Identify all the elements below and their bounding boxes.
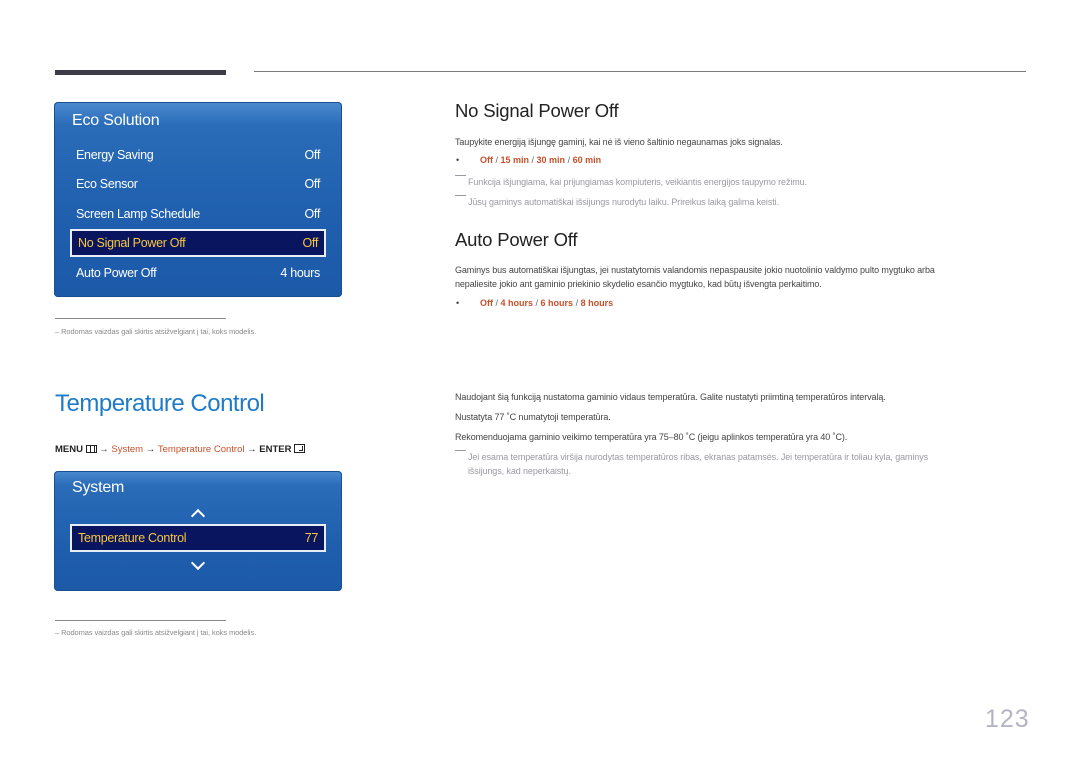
menu-item-energy-saving[interactable]: Energy Saving Off (70, 142, 326, 168)
auto-power-options: • Off / 4 hours / 6 hours / 8 hours (456, 298, 614, 308)
bullet: • (456, 298, 460, 308)
eco-solution-panel: Eco Solution Energy Saving Off Eco Senso… (54, 102, 342, 297)
note-text: Jei esama temperatūra viršija nurodytas … (468, 452, 929, 462)
menu-path: MENU → System → Temperature Control → EN… (55, 444, 306, 455)
menu-path-temperature-control[interactable]: Temperature Control (158, 444, 245, 455)
menu-item-value: 4 hours (280, 266, 320, 280)
no-signal-note-2: Jūsų gaminys automatiškai išsijungs nuro… (455, 195, 779, 209)
footnote-rule (55, 620, 226, 621)
chevron-up-icon[interactable] (190, 508, 206, 524)
option: 30 min (536, 155, 566, 165)
option: 60 min (572, 155, 602, 165)
menu-item-label: No Signal Power Off (78, 236, 186, 250)
section-title: Temperature Control (55, 390, 265, 417)
menu-item-value: 77 (304, 531, 319, 545)
temperature-note: Jei esama temperatūra viršija nurodytas … (455, 450, 928, 464)
footnote-rule (55, 318, 226, 319)
page-number: 123 (985, 705, 1030, 733)
system-title: System (72, 479, 125, 496)
menu-icon (85, 445, 97, 453)
eco-solution-title: Eco Solution (72, 112, 160, 129)
option: Off (480, 155, 493, 165)
menu-item-label: Eco Sensor (76, 177, 138, 191)
enter-label: ENTER (259, 444, 292, 455)
menu-item-label: Screen Lamp Schedule (76, 207, 200, 221)
menu-item-auto-power-off[interactable]: Auto Power Off 4 hours (70, 260, 326, 286)
footnote: – Rodomas vaizdas gali skirtis atsižvelg… (55, 628, 257, 637)
menu-item-value: Off (302, 236, 318, 250)
auto-power-heading: Auto Power Off (455, 229, 578, 250)
temperature-paragraph-3: Rekomenduojama gaminio veikimo temperatū… (455, 432, 848, 442)
arrow: → (247, 444, 257, 455)
menu-item-value: Off (304, 148, 320, 162)
option: Off (480, 298, 493, 308)
note-text: Funkcija išjungiama, kai prijungiamas ko… (468, 177, 807, 187)
bullet: • (456, 155, 460, 165)
no-signal-options: • Off / 15 min / 30 min / 60 min (456, 155, 602, 165)
menu-item-temperature-control[interactable]: Temperature Control 77 (70, 524, 326, 552)
header-rule (254, 71, 1026, 72)
menu-path-system[interactable]: System (111, 444, 143, 455)
temperature-paragraph-2: Nustatyta 77 ˚C numatytoji temperatūra. (455, 412, 611, 422)
menu-item-no-signal-power-off[interactable]: No Signal Power Off Off (70, 229, 326, 257)
option: 8 hours (580, 298, 614, 308)
menu-item-eco-sensor[interactable]: Eco Sensor Off (70, 171, 326, 197)
arrow: → (99, 444, 109, 455)
menu-item-label: Temperature Control (78, 531, 187, 545)
no-signal-note-1: Funkcija išjungiama, kai prijungiamas ko… (455, 175, 807, 189)
header-bar-thick (55, 70, 226, 75)
arrow: → (145, 444, 156, 455)
menu-item-screen-lamp-schedule[interactable]: Screen Lamp Schedule Off (70, 201, 326, 227)
footnote: – Rodomas vaizdas gali skirtis atsižvelg… (55, 327, 257, 336)
temperature-paragraph-1: Naudojant šią funkciją nustatoma gaminio… (455, 392, 886, 402)
chevron-down-icon[interactable] (190, 555, 206, 571)
note-text: Jūsų gaminys automatiškai išsijungs nuro… (468, 197, 779, 207)
no-signal-description: Taupykite energiją išjungę gaminį, kai n… (455, 137, 783, 147)
menu-label: MENU (55, 444, 83, 455)
option: 6 hours (540, 298, 574, 308)
footnote-text: Rodomas vaizdas gali skirtis atsižvelgia… (61, 327, 257, 336)
system-panel: System Temperature Control 77 (54, 471, 342, 591)
auto-power-description-2: nepaliesite jokio ant gaminio priekinio … (455, 279, 822, 289)
no-signal-heading: No Signal Power Off (455, 100, 619, 121)
option: 15 min (500, 155, 530, 165)
temperature-note-cont: išsijungs, kad neperkaistų. (468, 466, 571, 476)
menu-item-label: Auto Power Off (76, 266, 157, 280)
auto-power-description-1: Gaminys bus automatiškai išjungtas, jei … (455, 265, 935, 275)
footnote-text: Rodomas vaizdas gali skirtis atsižvelgia… (61, 628, 257, 637)
enter-icon (294, 444, 306, 453)
menu-item-label: Energy Saving (76, 148, 154, 162)
option: 4 hours (500, 298, 534, 308)
menu-item-value: Off (304, 207, 320, 221)
menu-item-value: Off (304, 177, 320, 191)
